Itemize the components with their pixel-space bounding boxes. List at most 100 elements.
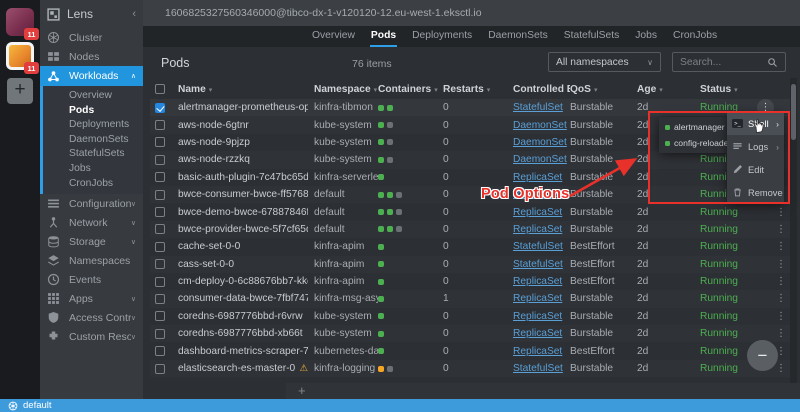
container-menu-item[interactable]: config-reloader xyxy=(659,135,728,151)
new-tab-button[interactable]: + xyxy=(298,383,306,398)
table-row[interactable]: dashboard-metrics-scraper-7b64... kubern… xyxy=(150,342,790,359)
row-checkbox[interactable] xyxy=(155,329,165,339)
sidebar-item-storage[interactable]: Storage∨ xyxy=(40,232,143,251)
sidebar-subitem-daemonsets[interactable]: DaemonSets xyxy=(43,133,143,148)
tab-cronjobs[interactable]: CronJobs xyxy=(672,26,718,47)
sidebar-item-nodes[interactable]: Nodes xyxy=(40,47,143,66)
row-checkbox[interactable] xyxy=(155,172,165,182)
row-checkbox[interactable] xyxy=(155,137,165,147)
row-menu-button[interactable]: ⋮ xyxy=(770,311,792,322)
column-header-age[interactable]: Age▾ xyxy=(637,84,700,95)
table-row[interactable]: bwce-consumer-bwce-ff57684fc... default … xyxy=(150,186,790,203)
row-checkbox[interactable] xyxy=(155,364,165,374)
controlled-by-link[interactable]: DaemonSet xyxy=(513,120,567,131)
tab-statefulsets[interactable]: StatefulSets xyxy=(563,26,621,47)
table-row[interactable]: coredns-6987776bbd-xb66t kube-system 0 R… xyxy=(150,325,790,342)
menu-item-logs[interactable]: Logs› xyxy=(727,135,784,158)
tab-jobs[interactable]: Jobs xyxy=(634,26,658,47)
row-menu-button[interactable]: ⋮ xyxy=(770,293,792,304)
zoom-out-button[interactable]: − xyxy=(747,340,778,371)
sidebar-item-network[interactable]: Network∨ xyxy=(40,213,143,232)
sidebar-item-namespaces[interactable]: Namespaces xyxy=(40,251,143,270)
row-menu-button[interactable]: ⋮ xyxy=(770,276,792,287)
column-header-status[interactable]: Status▾ xyxy=(700,84,770,95)
table-row[interactable]: bwce-provider-bwce-5f7cf65ddd-... defaul… xyxy=(150,221,790,238)
sidebar-item-cluster[interactable]: Cluster xyxy=(40,28,143,47)
menu-item-edit[interactable]: Edit xyxy=(727,158,784,181)
row-checkbox[interactable] xyxy=(155,277,165,287)
row-checkbox[interactable] xyxy=(155,259,165,269)
table-row[interactable]: cache-set-0-0 kinfra-apim 0 StatefulSet … xyxy=(150,238,790,255)
select-all-checkbox[interactable] xyxy=(155,84,165,94)
row-checkbox[interactable] xyxy=(155,346,165,356)
tab-overview[interactable]: Overview xyxy=(311,26,356,47)
container-menu-item[interactable]: alertmanager xyxy=(659,119,728,135)
sidebar-subitem-statefulsets[interactable]: StatefulSets xyxy=(43,147,143,162)
controlled-by-link[interactable]: ReplicaSet xyxy=(513,311,562,322)
column-header-name[interactable]: Name▾ xyxy=(178,84,314,95)
controlled-by-link[interactable]: ReplicaSet xyxy=(513,207,562,218)
sidebar-item-events[interactable]: Events xyxy=(40,270,143,289)
table-row[interactable]: basic-auth-plugin-7c47bc65d6-2... kinfra… xyxy=(150,169,790,186)
column-header-controlled-by[interactable]: Controlled By▾ xyxy=(513,84,570,95)
sidebar-subitem-pods[interactable]: Pods xyxy=(43,104,143,119)
controlled-by-link[interactable]: ReplicaSet xyxy=(513,328,562,339)
sidebar-subitem-deployments[interactable]: Deployments xyxy=(43,118,143,133)
sidebar-item-configuration[interactable]: Configuration∨ xyxy=(40,194,143,213)
cluster-icon-orange[interactable]: 11 xyxy=(6,42,34,70)
tab-deployments[interactable]: Deployments xyxy=(411,26,473,47)
sidebar-item-workloads[interactable]: Workloads ∧ xyxy=(40,66,143,86)
controlled-by-link[interactable]: ReplicaSet xyxy=(513,276,562,287)
add-cluster-button[interactable]: + xyxy=(7,78,33,104)
column-header-containers[interactable]: Containers▾ xyxy=(378,84,443,95)
row-checkbox[interactable] xyxy=(155,120,165,130)
controlled-by-link[interactable]: StatefulSet xyxy=(513,259,563,270)
sidebar-item-custom-resources[interactable]: Custom Resources∨ xyxy=(40,327,143,346)
table-row[interactable]: elasticsearch-es-master-0⚠ kinfra-loggin… xyxy=(150,360,790,377)
table-row[interactable]: alertmanager-prometheus-oper-k... kinfra… xyxy=(150,99,790,116)
row-checkbox[interactable] xyxy=(155,224,165,234)
row-menu-button[interactable]: ⋮ xyxy=(770,224,792,235)
controlled-by-link[interactable]: StatefulSet xyxy=(513,102,563,113)
table-row[interactable]: cm-deploy-0-6c88676bb7-kkqzm kinfra-apim… xyxy=(150,273,790,290)
row-checkbox[interactable] xyxy=(155,242,165,252)
row-menu-button[interactable]: ⋮ xyxy=(770,259,792,270)
table-row[interactable]: consumer-data-bwce-7fbf7474ff... kinfra-… xyxy=(150,290,790,307)
controlled-by-link[interactable]: DaemonSet xyxy=(513,154,567,165)
table-row[interactable]: cass-set-0-0 kinfra-apim 0 StatefulSet B… xyxy=(150,256,790,273)
controlled-by-link[interactable]: StatefulSet xyxy=(513,241,563,252)
sidebar-subitem-jobs[interactable]: Jobs xyxy=(43,162,143,177)
row-checkbox[interactable] xyxy=(155,294,165,304)
column-header-namespace[interactable]: Namespace▾ xyxy=(314,84,378,95)
tab-daemonsets[interactable]: DaemonSets xyxy=(487,26,549,47)
table-row[interactable]: bwce-demo-bwce-67887846fd-lj... default … xyxy=(150,203,790,220)
row-checkbox[interactable] xyxy=(155,311,165,321)
row-menu-button[interactable]: ⋮ xyxy=(770,241,792,252)
sidebar-collapse-button[interactable]: ‹ xyxy=(132,8,136,20)
table-row[interactable]: aws-node-rzzkq kube-system 0 DaemonSet B… xyxy=(150,151,790,168)
sidebar-subitem-overview[interactable]: Overview xyxy=(43,89,143,104)
row-checkbox[interactable] xyxy=(155,207,165,217)
controlled-by-link[interactable]: ReplicaSet xyxy=(513,224,562,235)
sidebar-item-apps[interactable]: Apps∨ xyxy=(40,289,143,308)
row-menu-button[interactable]: ⋮ xyxy=(770,328,792,339)
controlled-by-link[interactable]: DaemonSet xyxy=(513,137,567,148)
sidebar-item-access-control[interactable]: Access Control∨ xyxy=(40,308,143,327)
controlled-by-link[interactable]: ReplicaSet xyxy=(513,172,562,183)
row-checkbox[interactable] xyxy=(155,155,165,165)
row-checkbox[interactable] xyxy=(155,190,165,200)
scrollbar-thumb[interactable] xyxy=(791,84,796,140)
column-header-restarts[interactable]: Restarts▾ xyxy=(443,84,513,95)
controlled-by-link[interactable]: ReplicaSet xyxy=(513,293,562,304)
row-menu-button[interactable]: ⋮ xyxy=(770,207,792,218)
tab-pods[interactable]: Pods xyxy=(370,26,397,47)
controlled-by-link[interactable]: ReplicaSet xyxy=(513,346,562,357)
menu-item-remove[interactable]: Remove xyxy=(727,181,784,204)
table-row[interactable]: coredns-6987776bbd-r6vrw kube-system 0 R… xyxy=(150,308,790,325)
column-header-qos[interactable]: QoS▾ xyxy=(570,84,637,95)
controlled-by-link[interactable]: StatefulSet xyxy=(513,363,563,374)
cluster-icon-purple[interactable]: 11 xyxy=(6,8,34,36)
search-input[interactable] xyxy=(680,57,767,68)
sidebar-subitem-cronjobs[interactable]: CronJobs xyxy=(43,177,143,192)
namespace-filter-select[interactable]: All namespaces ∨ xyxy=(548,52,661,72)
